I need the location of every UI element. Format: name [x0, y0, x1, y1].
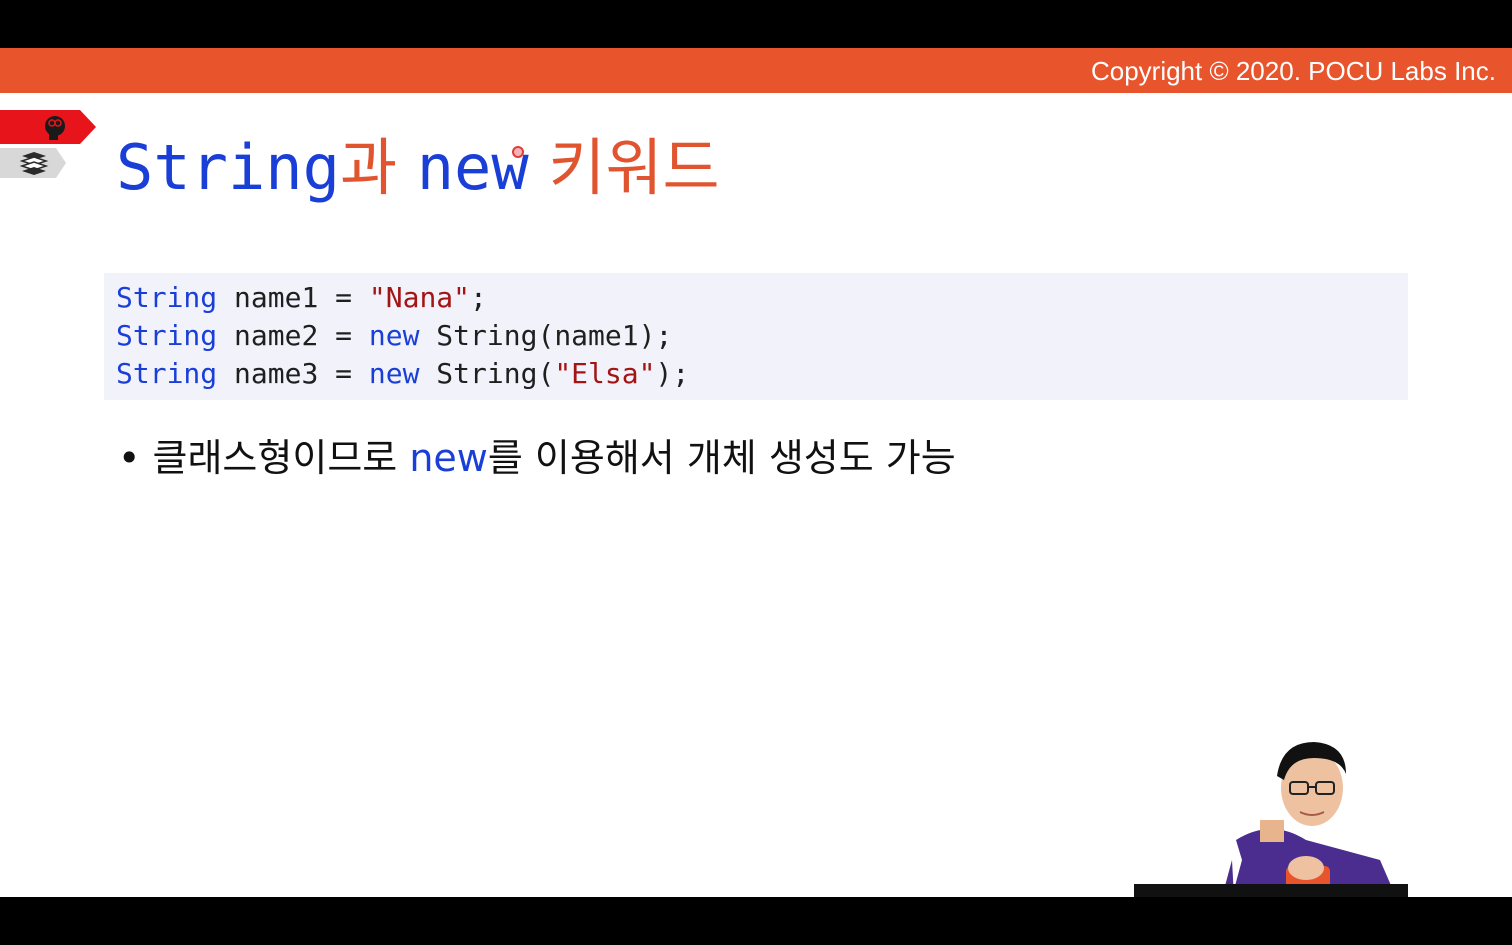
- slide: Copyright © 2020. POCU Labs Inc. String과…: [0, 48, 1512, 897]
- code-new-keyword: new: [368, 357, 420, 390]
- code-new-keyword: new: [368, 319, 420, 352]
- code-constructor-call: String(: [419, 357, 555, 390]
- code-terminator: ;: [470, 281, 487, 314]
- title-connector: 과: [339, 131, 417, 204]
- video-letterbox-bottom: [0, 897, 1512, 945]
- presenter-video: [1134, 700, 1408, 897]
- bullet-item: • 클래스형이므로 new를 이용해서 개체 생성도 가능: [118, 432, 956, 484]
- bullet-text-before: 클래스형이므로: [152, 436, 410, 480]
- code-line-2: String name2 = new String(name1);: [116, 317, 672, 355]
- slide-header-strip: Copyright © 2020. POCU Labs Inc.: [0, 48, 1512, 93]
- bullet-new-keyword: new: [409, 436, 488, 480]
- video-letterbox-top: [0, 0, 1512, 48]
- code-type: String: [116, 357, 218, 390]
- code-declaration: name3 =: [217, 357, 369, 390]
- bullet-text-after: 를 이용해서 개체 생성도 가능: [487, 436, 956, 480]
- code-string-literal: "Elsa": [554, 357, 656, 390]
- mouse-pointer-indicator: [512, 146, 524, 158]
- title-keyword-word: 키워드: [528, 131, 720, 204]
- title-new-keyword: new: [416, 131, 529, 204]
- copyright-text: Copyright © 2020. POCU Labs Inc.: [1090, 56, 1496, 86]
- bullet-marker: •: [118, 436, 141, 480]
- code-line-3: String name3 = new String("Elsa");: [116, 355, 689, 393]
- code-block: String name1 = "Nana"; String name2 = ne…: [104, 273, 1408, 400]
- brain-head-icon: [0, 110, 96, 144]
- code-terminator: );: [655, 357, 690, 390]
- stacked-books-icon: [0, 148, 66, 178]
- code-line-1: String name1 = "Nana";: [116, 279, 487, 317]
- code-type: String: [116, 319, 218, 352]
- slide-title: String과 new 키워드: [116, 128, 720, 208]
- code-string-literal: "Nana": [368, 281, 471, 314]
- code-type: String: [116, 281, 218, 314]
- title-string-keyword: String: [116, 131, 340, 204]
- code-constructor-call: String(name1);: [419, 319, 673, 352]
- code-declaration: name1 =: [217, 281, 369, 314]
- code-declaration: name2 =: [217, 319, 369, 352]
